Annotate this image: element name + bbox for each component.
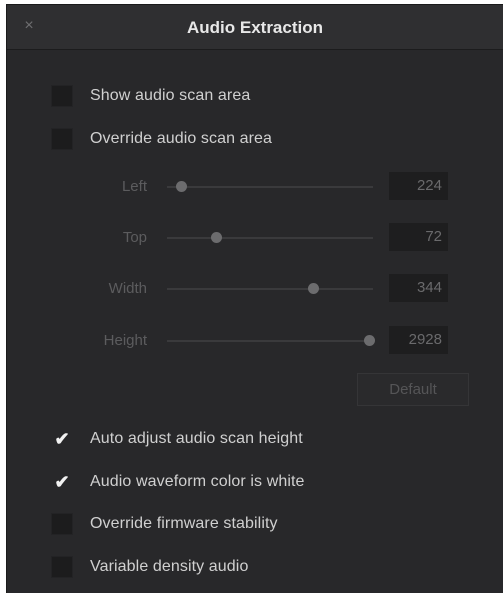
left-value-field[interactable]: 224 — [389, 172, 448, 200]
top-slider-track[interactable] — [167, 232, 373, 243]
option-variable-density-audio[interactable]: Variable density audio — [51, 554, 248, 580]
slider-label-width: Width — [108, 280, 147, 297]
option-override-audio-scan-area[interactable]: Override audio scan area — [51, 126, 272, 152]
width-slider-track[interactable] — [167, 283, 373, 294]
dialog-title: Audio Extraction — [186, 18, 323, 37]
width-slider-knob[interactable] — [308, 283, 320, 294]
height-slider-knob[interactable] — [363, 335, 375, 346]
slider-row-height: Height 2928 — [7, 326, 503, 356]
title-bar: × Audio Extraction — [7, 5, 503, 50]
option-show-audio-scan-area[interactable]: Show audio scan area — [51, 83, 250, 109]
top-value-field[interactable]: 72 — [389, 223, 448, 251]
slider-row-width: Width 344 — [7, 274, 503, 304]
option-label: Override audio scan area — [90, 130, 273, 147]
default-button[interactable]: Default — [357, 373, 469, 406]
option-override-firmware-stability[interactable]: Override firmware stability — [51, 511, 278, 537]
slider-label-height: Height — [103, 332, 147, 349]
option-label: Audio waveform color is white — [90, 473, 305, 490]
slider-row-left: Left 224 — [7, 172, 503, 202]
override-firmware-stability-checkbox[interactable] — [51, 513, 73, 535]
option-label: Auto adjust audio scan height — [90, 430, 303, 447]
audio-extraction-dialog: × Audio Extraction Show audio scan area … — [6, 4, 503, 593]
slider-label-left: Left — [121, 178, 147, 195]
height-value-field[interactable]: 2928 — [389, 326, 448, 354]
checkmark-icon: ✔ — [54, 471, 70, 492]
width-value-field[interactable]: 344 — [389, 274, 448, 302]
option-waveform-color-white[interactable]: ✔ Audio waveform color is white — [51, 469, 305, 495]
auto-adjust-scan-height-checkbox[interactable]: ✔ — [51, 428, 73, 450]
height-slider-track[interactable] — [167, 335, 375, 346]
variable-density-audio-checkbox[interactable] — [51, 556, 73, 578]
waveform-color-white-checkbox[interactable]: ✔ — [51, 471, 73, 493]
left-slider-knob[interactable] — [176, 181, 188, 192]
option-label: Variable density audio — [90, 558, 249, 575]
left-slider-track[interactable] — [167, 181, 373, 192]
checkmark-icon: ✔ — [54, 428, 70, 449]
slider-row-top: Top 72 — [7, 223, 503, 253]
top-slider-knob[interactable] — [211, 232, 223, 243]
option-auto-adjust-scan-height[interactable]: ✔ Auto adjust audio scan height — [51, 426, 303, 452]
slider-label-top: Top — [122, 229, 147, 246]
override-audio-scan-area-checkbox[interactable] — [51, 128, 73, 150]
option-label: Override firmware stability — [90, 515, 278, 532]
option-label: Show audio scan area — [90, 87, 251, 104]
show-audio-scan-area-checkbox[interactable] — [51, 85, 73, 107]
